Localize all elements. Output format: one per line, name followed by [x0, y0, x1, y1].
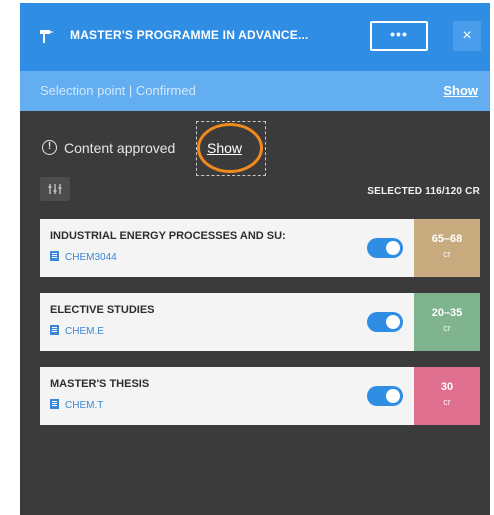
- credits-range: 65–68: [431, 233, 463, 245]
- module-code[interactable]: CHEM.T: [50, 399, 103, 411]
- module-name: MASTER'S THESIS: [50, 378, 150, 390]
- header-bar: MASTER'S PROGRAMME IN ADVANCE... ••• ×: [20, 3, 490, 71]
- selection-status-text: Selection point | Confirmed: [40, 83, 196, 98]
- info-icon: !: [42, 140, 57, 155]
- content-approved-text: Content approved: [64, 140, 176, 156]
- module-credits: 65–68 cr: [414, 219, 480, 277]
- toggle-knob: [386, 389, 400, 403]
- credits-range: 20–35: [431, 307, 463, 319]
- module-name: INDUSTRIAL ENERGY PROCESSES AND SU:: [50, 230, 286, 242]
- filter-button[interactable]: [40, 177, 70, 201]
- code-icon: [50, 325, 59, 335]
- module-code-text: CHEM3044: [65, 252, 117, 263]
- credits-range: 30: [440, 381, 454, 393]
- code-icon: [50, 251, 59, 261]
- credits-unit: cr: [443, 397, 451, 407]
- module-name: ELECTIVE STUDIES: [50, 304, 155, 316]
- filter-icon: [48, 184, 62, 194]
- module-code-text: CHEM.E: [65, 326, 104, 337]
- close-button[interactable]: ×: [453, 21, 481, 51]
- module-code[interactable]: CHEM3044: [50, 251, 117, 263]
- selection-show-link[interactable]: Show: [443, 83, 478, 98]
- module-card[interactable]: INDUSTRIAL ENERGY PROCESSES AND SU: CHEM…: [40, 219, 480, 277]
- programme-title: MASTER'S PROGRAMME IN ADVANCE...: [70, 28, 309, 42]
- code-icon: [50, 399, 59, 409]
- module-card[interactable]: ELECTIVE STUDIES CHEM.E 20–35 cr: [40, 293, 480, 351]
- module-code[interactable]: CHEM.E: [50, 325, 104, 337]
- module-card[interactable]: MASTER'S THESIS CHEM.T 30 cr: [40, 367, 480, 425]
- module-toggle[interactable]: [367, 386, 403, 406]
- toggle-knob: [386, 315, 400, 329]
- study-plan-panel: MASTER'S PROGRAMME IN ADVANCE... ••• × S…: [20, 3, 490, 515]
- module-toggle[interactable]: [367, 312, 403, 332]
- toggle-knob: [386, 241, 400, 255]
- pin-icon[interactable]: [38, 27, 56, 45]
- selected-credits-counter: SELECTED 116/120 CR: [367, 186, 480, 197]
- module-code-text: CHEM.T: [65, 400, 104, 411]
- highlight-ring: [197, 123, 263, 173]
- credits-unit: cr: [443, 323, 451, 333]
- module-credits: 30 cr: [414, 367, 480, 425]
- selection-status-bar: Selection point | Confirmed Show: [20, 71, 490, 111]
- more-options-button[interactable]: •••: [370, 21, 428, 51]
- module-credits: 20–35 cr: [414, 293, 480, 351]
- credits-unit: cr: [443, 249, 451, 259]
- module-toggle[interactable]: [367, 238, 403, 258]
